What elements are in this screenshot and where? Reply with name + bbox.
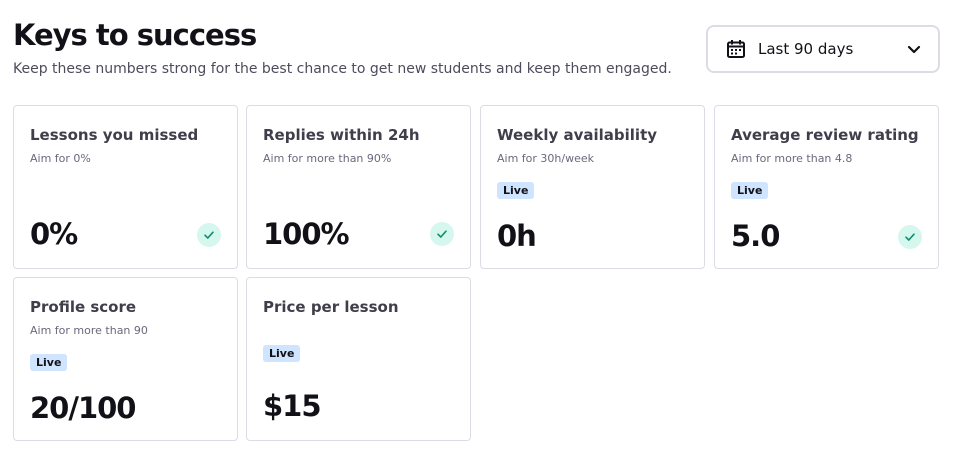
live-badge: Live [497, 182, 535, 199]
check-icon [898, 225, 922, 249]
metric-name: Lessons you missed [30, 126, 199, 144]
metric-aim: Aim for more than 90 [30, 324, 148, 337]
metric-card-review-rating: Average review rating Aim for more than … [714, 105, 939, 269]
metric-name: Profile score [30, 298, 137, 316]
metric-value: 100% [263, 217, 350, 251]
metric-card-weekly-availability: Weekly availability Aim for 30h/week Liv… [480, 105, 705, 269]
period-dropdown-label: Last 90 days [758, 40, 854, 58]
metric-card-lessons-missed: Lessons you missed Aim for 0% 0% [13, 105, 238, 269]
metric-name: Replies within 24h [263, 126, 420, 144]
live-badge: Live [30, 354, 68, 371]
metric-card-profile-score: Profile score Aim for more than 90 Live … [13, 277, 238, 441]
metric-aim: Aim for more than 90% [263, 152, 392, 165]
metric-card-replies: Replies within 24h Aim for more than 90%… [246, 105, 471, 269]
period-dropdown[interactable]: Last 90 days [706, 25, 940, 73]
metric-name: Average review rating [731, 126, 919, 144]
metric-name: Weekly availability [497, 126, 658, 144]
page-subtitle: Keep these numbers strong for the best c… [13, 61, 672, 77]
metric-aim: Aim for 0% [30, 152, 91, 165]
live-badge: Live [263, 345, 301, 362]
calendar-icon [726, 39, 746, 59]
metric-value: 0% [30, 217, 78, 251]
metric-value: 20/100 [30, 391, 136, 425]
metric-card-price-per-lesson: Price per lesson Live $15 [246, 277, 471, 441]
metric-aim: Aim for 30h/week [497, 152, 594, 165]
page-title: Keys to success [13, 18, 257, 52]
live-badge: Live [731, 182, 769, 199]
metric-name: Price per lesson [263, 298, 399, 316]
check-icon [430, 222, 454, 246]
metric-value: $15 [263, 389, 322, 423]
chevron-down-icon [906, 41, 922, 57]
metric-value: 0h [497, 219, 537, 253]
check-icon [197, 223, 221, 247]
metric-aim: Aim for more than 4.8 [731, 152, 853, 165]
metric-value: 5.0 [731, 219, 780, 253]
